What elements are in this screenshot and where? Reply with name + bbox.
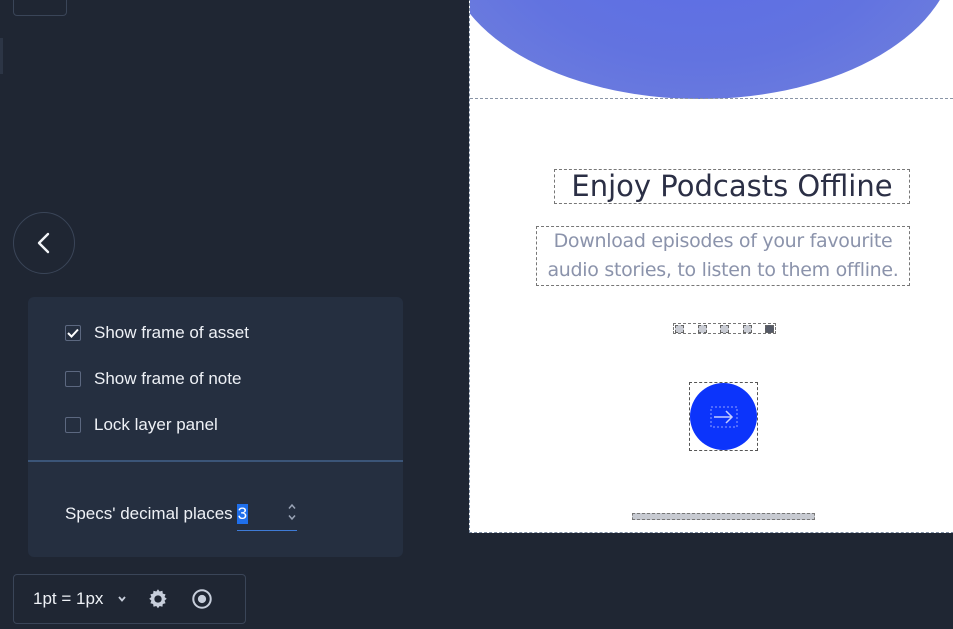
panel-divider — [28, 460, 403, 462]
page-dot — [720, 324, 729, 333]
gear-icon[interactable] — [147, 588, 169, 610]
checkmark-icon — [67, 328, 79, 338]
decimal-places-input[interactable]: 3 — [236, 497, 297, 531]
arrow-right-icon — [710, 406, 737, 427]
decimal-stepper[interactable] — [287, 503, 297, 521]
show-frame-asset-checkbox[interactable] — [65, 325, 81, 341]
back-button[interactable] — [13, 212, 75, 274]
eye-icon[interactable] — [191, 588, 213, 610]
page-dot-active — [765, 324, 774, 333]
artboard-title[interactable]: Enjoy Podcasts Offline — [554, 169, 910, 204]
show-frame-note-label: Show frame of note — [94, 369, 242, 388]
decimal-places-value[interactable]: 3 — [236, 503, 249, 524]
artboard-subtitle[interactable]: Download episodes of your favourite audi… — [536, 226, 910, 286]
next-button-frame[interactable] — [689, 382, 758, 451]
lock-layer-panel-option[interactable]: Lock layer panel — [65, 415, 218, 435]
chevron-left-icon — [37, 232, 50, 254]
settings-panel: Show frame of asset Show frame of note L… — [28, 297, 403, 557]
show-frame-asset-option[interactable]: Show frame of asset — [65, 323, 249, 343]
chevron-down-icon[interactable] — [287, 514, 297, 521]
show-frame-note-option[interactable]: Show frame of note — [65, 369, 241, 389]
artboard-canvas[interactable]: Enjoy Podcasts Offline Download episodes… — [469, 0, 953, 533]
lock-layer-panel-label: Lock layer panel — [94, 415, 218, 434]
decimal-places-row: Specs' decimal places 3 — [65, 497, 297, 531]
page-dot — [697, 324, 707, 333]
hero-illustration — [470, 0, 953, 99]
unit-selector[interactable]: 1pt = 1px — [33, 589, 103, 609]
page-dot — [742, 324, 752, 333]
lock-layer-panel-checkbox[interactable] — [65, 417, 81, 433]
next-button[interactable] — [690, 383, 757, 450]
top-toolbar-button[interactable] — [13, 0, 67, 16]
show-frame-note-checkbox[interactable] — [65, 371, 81, 387]
home-indicator — [632, 513, 815, 520]
unit-toolbar: 1pt = 1px — [13, 574, 246, 624]
artboard-guide-line — [470, 98, 953, 99]
chevron-down-icon[interactable] — [117, 595, 127, 603]
page-dot — [675, 324, 684, 333]
show-frame-asset-label: Show frame of asset — [94, 323, 249, 342]
decimal-places-label: Specs' decimal places — [65, 504, 233, 523]
left-edge-scroll — [0, 38, 3, 74]
chevron-up-icon[interactable] — [287, 503, 297, 510]
page-indicator[interactable] — [673, 323, 776, 334]
